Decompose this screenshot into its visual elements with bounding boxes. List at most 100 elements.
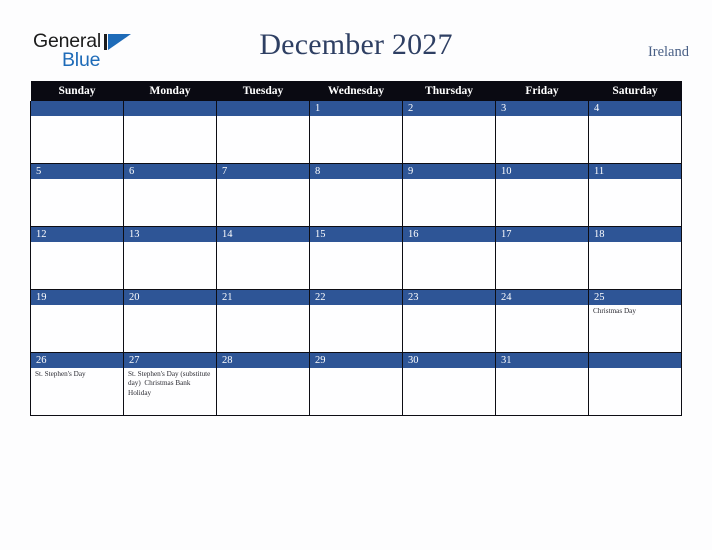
day-number: 14: [217, 227, 309, 242]
calendar-day-cell[interactable]: 24: [495, 289, 589, 353]
calendar-day-cell[interactable]: 1: [309, 101, 403, 164]
day-number: 2: [403, 101, 495, 116]
day-number: 16: [403, 227, 495, 242]
calendar-day-cell[interactable]: [123, 101, 217, 164]
day-events: [310, 179, 402, 181]
day-number: 10: [496, 164, 588, 179]
holiday-event: Christmas Day: [593, 307, 636, 315]
calendar-day-cell[interactable]: 18: [588, 226, 682, 290]
calendar-day-cell[interactable]: 5: [30, 163, 124, 227]
calendar-week-row: 26 St. Stephen's Day 27 St. Stephen's Day (…: [30, 352, 682, 416]
day-events: [124, 179, 216, 181]
day-number: 15: [310, 227, 402, 242]
day-events: [589, 116, 681, 118]
country-label: Ireland: [647, 44, 689, 60]
day-number: 1: [310, 101, 402, 116]
day-events: [403, 305, 495, 307]
weekday-header-wednesday: Wednesday: [309, 81, 403, 101]
day-events: [403, 242, 495, 244]
day-events: [403, 116, 495, 118]
calendar-day-cell[interactable]: 23: [402, 289, 496, 353]
calendar-day-cell[interactable]: 8: [309, 163, 403, 227]
calendar-day-cell[interactable]: 15: [309, 226, 403, 290]
calendar-day-cell[interactable]: 16: [402, 226, 496, 290]
holiday-event: St. Stephen's Day: [35, 370, 86, 378]
weekday-header-saturday: Saturday: [588, 81, 682, 101]
day-events: [310, 305, 402, 307]
calendar-day-cell[interactable]: 10: [495, 163, 589, 227]
weekday-header-row: Sunday Monday Tuesday Wednesday Thursday…: [30, 81, 682, 101]
day-number: 5: [31, 164, 123, 179]
day-events: [496, 116, 588, 118]
calendar-week-row: 5 6 7 8 9 10 11: [30, 163, 682, 227]
month-calendar: Sunday Monday Tuesday Wednesday Thursday…: [30, 81, 682, 416]
calendar-day-cell[interactable]: 2: [402, 101, 496, 164]
day-number: [217, 101, 309, 116]
day-events: [217, 242, 309, 244]
calendar-day-cell[interactable]: 21: [216, 289, 310, 353]
calendar-body: 1 2 3 4 5 6 7 8 9 10 11 12 13 14 15 16 17 18 19 20 21 22 23 24 2…: [30, 101, 682, 416]
weekday-header-friday: Friday: [495, 81, 589, 101]
calendar-day-cell[interactable]: 26 St. Stephen's Day: [30, 352, 124, 416]
calendar-day-cell[interactable]: 22: [309, 289, 403, 353]
day-number: 27: [124, 353, 216, 368]
calendar-day-cell[interactable]: 6: [123, 163, 217, 227]
calendar-day-cell[interactable]: 29: [309, 352, 403, 416]
day-number: [31, 101, 123, 116]
day-number: 12: [31, 227, 123, 242]
calendar-day-cell[interactable]: 13: [123, 226, 217, 290]
day-events: [310, 116, 402, 118]
calendar-day-cell[interactable]: 12: [30, 226, 124, 290]
day-events: [403, 368, 495, 370]
day-number: 9: [403, 164, 495, 179]
calendar-day-cell[interactable]: 9: [402, 163, 496, 227]
day-number: 20: [124, 290, 216, 305]
calendar-page: General Blue December 2027 Ireland Sunda…: [0, 0, 712, 550]
day-number: 24: [496, 290, 588, 305]
calendar-day-cell[interactable]: 3: [495, 101, 589, 164]
calendar-day-cell[interactable]: 4: [588, 101, 682, 164]
day-events: [589, 368, 681, 370]
day-number: 29: [310, 353, 402, 368]
day-events: [496, 179, 588, 181]
calendar-day-cell[interactable]: 25 Christmas Day: [588, 289, 682, 353]
calendar-week-row: 1234: [30, 101, 682, 164]
day-number: 25: [589, 290, 681, 305]
calendar-day-cell[interactable]: 14: [216, 226, 310, 290]
calendar-day-cell[interactable]: 7: [216, 163, 310, 227]
day-events: [31, 242, 123, 244]
calendar-day-cell[interactable]: 27 St. Stephen's Day (substitute day) Chri…: [123, 352, 217, 416]
day-number: 30: [403, 353, 495, 368]
day-events: [217, 116, 309, 118]
page-header: General Blue December 2027 Ireland: [0, 0, 712, 81]
day-number: 19: [31, 290, 123, 305]
calendar-week-row: 12 13 14 15 16 17 18: [30, 226, 682, 290]
page-title: December 2027: [259, 28, 453, 61]
calendar-day-cell[interactable]: 30: [402, 352, 496, 416]
day-events: [217, 368, 309, 370]
day-number: 17: [496, 227, 588, 242]
day-number: [589, 353, 681, 368]
day-events: St. Stephen's Day: [31, 368, 123, 379]
day-number: 22: [310, 290, 402, 305]
calendar-day-cell[interactable]: 28: [216, 352, 310, 416]
day-number: 8: [310, 164, 402, 179]
day-number: 4: [589, 101, 681, 116]
calendar-day-cell[interactable]: [30, 101, 124, 164]
day-events: [31, 179, 123, 181]
calendar-week-row: 19 20 21 22 23 24 25 Christmas Day: [30, 289, 682, 353]
day-events: [31, 305, 123, 307]
day-events: [496, 368, 588, 370]
calendar-day-cell[interactable]: 17: [495, 226, 589, 290]
day-events: [496, 305, 588, 307]
calendar-day-cell[interactable]: 31: [495, 352, 589, 416]
day-events: [217, 305, 309, 307]
calendar-day-cell[interactable]: 20: [123, 289, 217, 353]
day-number: 11: [589, 164, 681, 179]
day-number: 26: [31, 353, 123, 368]
day-events: [124, 116, 216, 118]
calendar-day-cell[interactable]: [588, 352, 682, 416]
calendar-day-cell[interactable]: 11: [588, 163, 682, 227]
calendar-day-cell[interactable]: 19: [30, 289, 124, 353]
calendar-day-cell[interactable]: [216, 101, 310, 164]
